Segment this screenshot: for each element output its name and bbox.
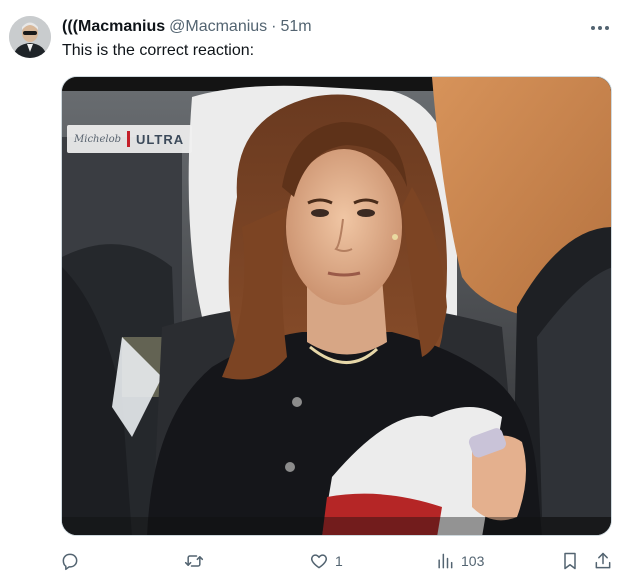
tweet-actions: 1 103 bbox=[60, 549, 620, 573]
share-icon bbox=[595, 552, 611, 569]
views-icon bbox=[438, 553, 453, 569]
tweet-media-video[interactable]: Michelob ULTRA bbox=[61, 76, 612, 536]
like-count: 1 bbox=[335, 553, 343, 569]
sponsor-script-text: Michelob bbox=[74, 133, 122, 145]
avatar-photo-icon bbox=[9, 16, 51, 58]
tweet-header: (((Macmanius @Macmanius · 51m bbox=[62, 17, 312, 37]
tweet-text: This is the correct reaction: bbox=[62, 42, 255, 59]
more-icon bbox=[591, 26, 609, 30]
avatar[interactable] bbox=[9, 16, 51, 58]
bookmark-button[interactable] bbox=[560, 549, 580, 573]
sponsor-logo: Michelob ULTRA bbox=[67, 125, 192, 153]
views-button[interactable]: 103 bbox=[435, 549, 484, 573]
sponsor-divider bbox=[127, 131, 131, 147]
separator-dot: · bbox=[271, 18, 277, 35]
retweet-icon bbox=[184, 555, 204, 567]
bookmark-icon bbox=[564, 552, 576, 570]
more-options-button[interactable] bbox=[588, 18, 612, 38]
retweet-button[interactable] bbox=[184, 549, 210, 573]
like-button[interactable]: 1 bbox=[309, 549, 343, 573]
heart-icon bbox=[310, 554, 328, 569]
display-name[interactable]: (((Macmanius bbox=[62, 17, 165, 37]
sponsor-word: ULTRA bbox=[136, 131, 185, 147]
reply-icon bbox=[62, 553, 78, 571]
user-handle[interactable]: @Macmanius bbox=[169, 17, 267, 37]
views-count: 103 bbox=[461, 553, 485, 569]
tweet: (((Macmanius @Macmanius · 51m This is th… bbox=[0, 0, 634, 583]
timestamp[interactable]: 51m bbox=[281, 17, 312, 37]
reply-button[interactable] bbox=[60, 549, 86, 573]
share-button[interactable] bbox=[593, 549, 613, 573]
